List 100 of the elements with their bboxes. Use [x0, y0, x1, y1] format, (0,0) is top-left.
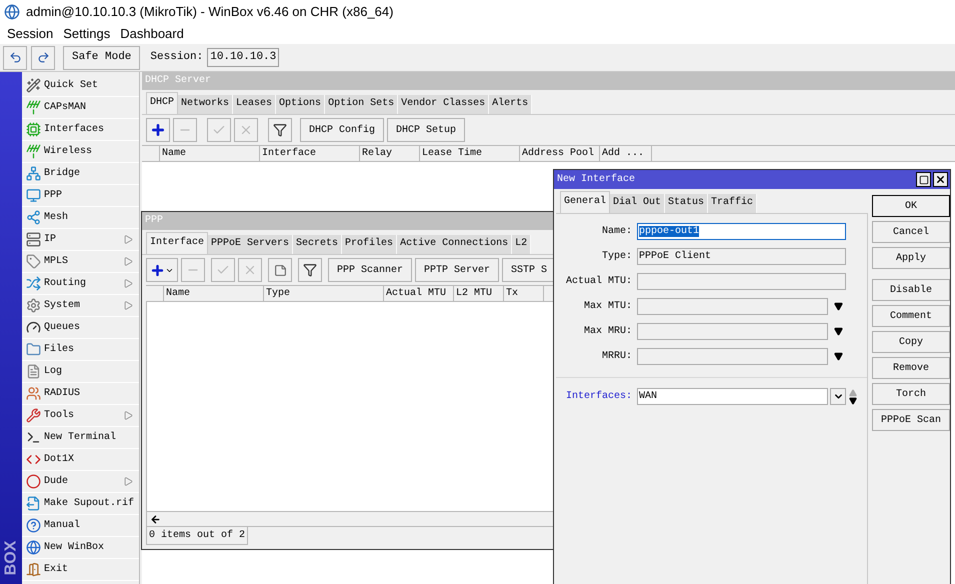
- window-title: admin@10.10.10.3 (MikroTik) - WinBox v6.46 on CHR (x86_64): [26, 3, 394, 22]
- tab[interactable]: Option Sets: [325, 95, 398, 114]
- tab[interactable]: Status: [665, 194, 708, 213]
- tab[interactable]: Options: [276, 95, 326, 114]
- toolbar-button[interactable]: DHCP Config: [300, 118, 384, 142]
- scroll-left-icon: [150, 514, 161, 524]
- tab[interactable]: Traffic: [708, 194, 758, 213]
- dialog-button[interactable]: Cancel: [872, 221, 950, 243]
- input-field[interactable]: pppoe-out1: [637, 223, 846, 240]
- column-header[interactable]: Lease Time: [420, 146, 520, 161]
- sidebar-item[interactable]: MPLS: [22, 251, 139, 273]
- add-button[interactable]: [146, 258, 178, 282]
- dialog-button[interactable]: OK: [872, 195, 950, 217]
- dialog-button[interactable]: Comment: [872, 305, 950, 327]
- tab[interactable]: Leases: [233, 95, 276, 114]
- redo-button[interactable]: [31, 46, 55, 70]
- toolbar-button[interactable]: PPTP Server: [415, 258, 500, 282]
- sidebar-item[interactable]: Files: [22, 339, 139, 361]
- column-header[interactable]: Add ...: [600, 146, 652, 161]
- antenna-icon: [26, 100, 41, 115]
- sidebar-item[interactable]: Bridge: [22, 163, 139, 185]
- add-button[interactable]: [146, 118, 170, 142]
- up-down-arrows-icon[interactable]: [849, 388, 857, 404]
- horizontal-scrollbar[interactable]: [146, 511, 556, 527]
- sidebar-item[interactable]: Tools: [22, 405, 139, 427]
- sidebar-item[interactable]: Queues: [22, 317, 139, 339]
- menu-item[interactable]: Session: [2, 24, 58, 44]
- field-label: Max MRU:: [582, 325, 632, 339]
- sidebar-item[interactable]: IP: [22, 229, 139, 251]
- safe-mode-button[interactable]: Safe Mode: [63, 46, 140, 70]
- comment-button[interactable]: [268, 258, 292, 282]
- wand-icon: [26, 78, 41, 93]
- dropdown-button[interactable]: [830, 388, 846, 405]
- dialog-button[interactable]: Torch: [872, 383, 950, 405]
- tab[interactable]: Profiles: [342, 235, 398, 254]
- sidebar-item[interactable]: Interfaces: [22, 119, 139, 141]
- tab[interactable]: DHCP: [146, 92, 178, 114]
- sidebar-item[interactable]: Make Supout.rif: [22, 493, 139, 515]
- sidebar-item[interactable]: Dude: [22, 471, 139, 493]
- column-header[interactable]: Name: [160, 146, 260, 161]
- sidebar-item[interactable]: Wireless: [22, 141, 139, 163]
- globe-icon: [26, 540, 41, 555]
- sidebar-item[interactable]: System: [22, 295, 139, 317]
- sidebar-item[interactable]: CAPsMAN: [22, 97, 139, 119]
- sidebar-item[interactable]: Manual: [22, 515, 139, 537]
- tab[interactable]: PPPoE Servers: [208, 235, 294, 254]
- input-field[interactable]: [637, 273, 846, 290]
- tab[interactable]: Secrets: [293, 235, 342, 254]
- column-header[interactable]: Tx: [504, 286, 544, 301]
- session-field[interactable]: 10.10.10.3: [207, 48, 280, 67]
- tab[interactable]: Dial Out: [610, 194, 666, 213]
- maximize-button[interactable]: [916, 172, 931, 187]
- dialog-button[interactable]: Apply: [872, 247, 950, 269]
- column-header[interactable]: Address Pool: [520, 146, 600, 161]
- sidebar-item[interactable]: Exit: [22, 559, 139, 581]
- column-header[interactable]: Actual MTU: [384, 286, 454, 301]
- dialog-button[interactable]: Copy: [872, 331, 950, 353]
- toolbar-button[interactable]: PPP Scanner: [328, 258, 412, 282]
- input-field[interactable]: WAN: [637, 388, 828, 405]
- close-button[interactable]: [933, 172, 948, 187]
- input-field[interactable]: [637, 323, 828, 340]
- tab[interactable]: General: [560, 191, 610, 213]
- field-label: MRRU:: [600, 350, 632, 364]
- dialog-button[interactable]: Remove: [872, 357, 950, 379]
- column-header[interactable]: L2 MTU: [454, 286, 504, 301]
- sidebar-item[interactable]: New WinBox: [22, 537, 139, 559]
- sidebar-item[interactable]: New Terminal: [22, 427, 139, 449]
- people-icon: [26, 386, 41, 401]
- input-field[interactable]: PPPoE Client: [637, 248, 846, 265]
- column-header[interactable]: Interface: [260, 146, 360, 161]
- sidebar-item[interactable]: RADIUS: [22, 383, 139, 405]
- menu-item[interactable]: Dashboard: [115, 24, 189, 44]
- tab[interactable]: Vendor Classes: [398, 95, 490, 114]
- input-field[interactable]: [637, 348, 828, 365]
- sidebar-item[interactable]: Dot1X: [22, 449, 139, 471]
- sidebar-item[interactable]: PPP: [22, 185, 139, 207]
- toolbar-button[interactable]: DHCP Setup: [387, 118, 466, 142]
- tab[interactable]: Networks: [178, 95, 234, 114]
- tab[interactable]: L2: [512, 235, 532, 254]
- menu-item[interactable]: Settings: [58, 24, 116, 44]
- dialog-button[interactable]: PPPoE Scan: [872, 409, 950, 431]
- tab[interactable]: Active Connections: [397, 235, 512, 254]
- tab[interactable]: Interface: [146, 232, 208, 254]
- sidebar-item[interactable]: Log: [22, 361, 139, 383]
- tab[interactable]: Alerts: [489, 95, 532, 114]
- sidebar-item[interactable]: Mesh: [22, 207, 139, 229]
- filter-icon: [303, 263, 317, 277]
- filter-button[interactable]: [298, 258, 322, 282]
- input-field[interactable]: [637, 298, 828, 315]
- cross-icon: [239, 123, 253, 137]
- column-header[interactable]: Type: [264, 286, 384, 301]
- undo-button[interactable]: [3, 46, 27, 70]
- sidebar-item[interactable]: Quick Set: [22, 75, 139, 97]
- sidebar-item[interactable]: Routing: [22, 273, 139, 295]
- dialog-button[interactable]: Disable: [872, 279, 950, 301]
- column-header[interactable]: Relay: [360, 146, 420, 161]
- nodes-icon: [26, 210, 41, 225]
- document-icon: [26, 496, 41, 511]
- column-header[interactable]: Name: [164, 286, 264, 301]
- filter-button[interactable]: [268, 118, 292, 142]
